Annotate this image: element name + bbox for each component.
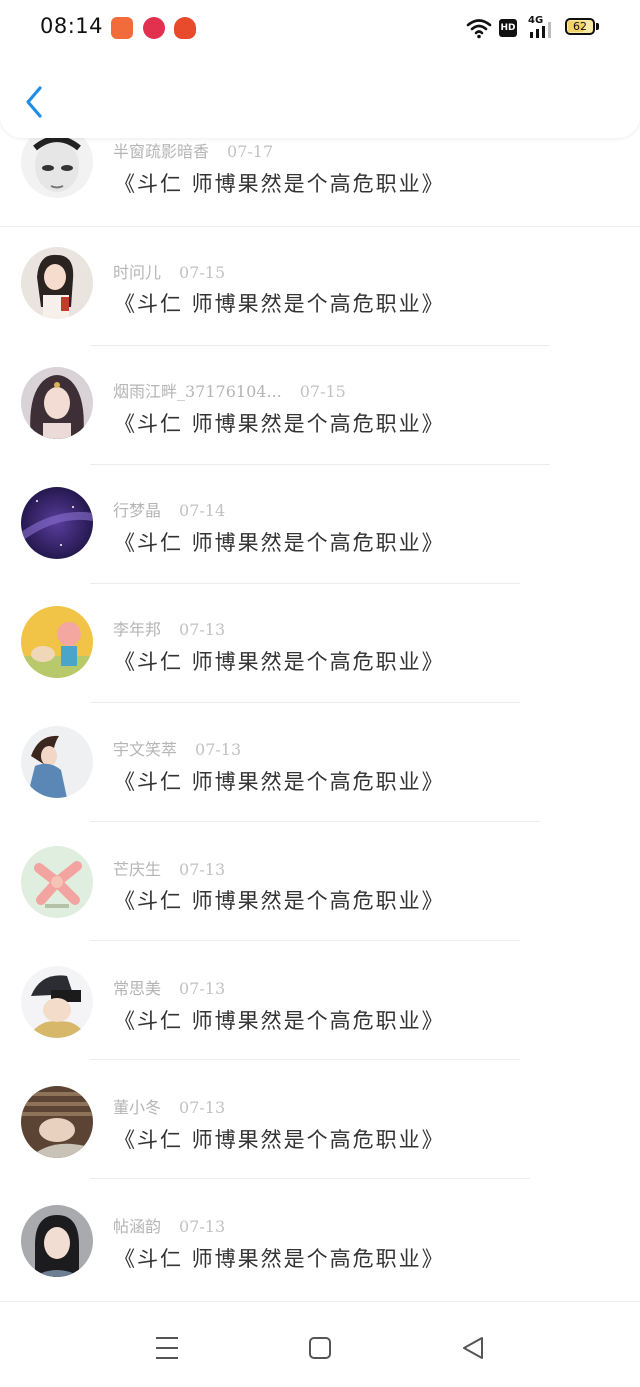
comment-date: 07-13 [179, 860, 226, 879]
commenter-name[interactable]: 董小冬 [113, 1098, 161, 1117]
comment-date: 07-15 [179, 263, 226, 282]
comment-date: 07-13 [195, 740, 242, 759]
home-square-icon [309, 1337, 331, 1359]
list-item[interactable]: 常思美 07-13 《斗仁 师博果然是个高危职业》 [0, 941, 640, 1060]
comment-text: 《斗仁 师博果然是个高危职业》 [114, 650, 445, 674]
back-button[interactable] [18, 82, 52, 122]
comment-date: 07-13 [179, 620, 226, 639]
comment-date: 07-17 [227, 142, 274, 161]
avatar[interactable] [21, 846, 93, 918]
comment-text: 《斗仁 师博果然是个高危职业》 [114, 292, 445, 316]
notification-heart-icon [143, 17, 165, 39]
avatar[interactable] [21, 1086, 93, 1158]
comment-text: 《斗仁 师博果然是个高危职业》 [114, 770, 445, 794]
commenter-name[interactable]: 常思美 [113, 979, 161, 998]
list-item[interactable]: 芒庆生 07-13 《斗仁 师博果然是个高危职业》 [0, 822, 640, 941]
battery-icon: 62 [565, 18, 595, 35]
avatar[interactable] [21, 606, 93, 678]
commenter-name[interactable]: 烟雨江畔_37176104... [113, 382, 282, 401]
notification-app-icon [111, 17, 133, 39]
commenter-name[interactable]: 行梦晶 [113, 501, 161, 520]
comment-date: 07-13 [179, 1217, 226, 1236]
avatar[interactable] [21, 966, 93, 1038]
comment-date: 07-15 [299, 382, 346, 401]
status-time: 08:14 [40, 14, 104, 38]
commenter-name[interactable]: 宇文笑萃 [113, 740, 177, 759]
home-button[interactable] [300, 1328, 340, 1368]
list-item[interactable]: 宇文笑萃 07-13 《斗仁 师博果然是个高危职业》 [0, 703, 640, 822]
nav-back-button[interactable] [453, 1328, 493, 1368]
comment-date: 07-14 [179, 501, 226, 520]
list-item[interactable]: 帖涵韵 07-13 《斗仁 师博果然是个高危职业》 [0, 1179, 640, 1302]
avatar[interactable] [21, 1205, 93, 1277]
commenter-name[interactable]: 李年邦 [113, 620, 161, 639]
comment-text: 《斗仁 师博果然是个高危职业》 [114, 412, 445, 436]
system-nav-bar [0, 1308, 640, 1387]
comment-text: 《斗仁 师博果然是个高危职业》 [114, 889, 445, 913]
divider [0, 1301, 640, 1302]
comment-text: 《斗仁 师博果然是个高危职业》 [114, 172, 445, 196]
avatar[interactable] [21, 247, 93, 319]
avatar[interactable] [21, 726, 93, 798]
chevron-left-icon [26, 86, 42, 118]
commenter-name[interactable]: 芒庆生 [113, 860, 161, 879]
comment-date: 07-13 [179, 979, 226, 998]
comment-text: 《斗仁 师博果然是个高危职业》 [114, 1247, 445, 1271]
comment-text: 《斗仁 师博果然是个高危职业》 [114, 1009, 445, 1033]
back-triangle-icon [463, 1337, 483, 1359]
list-item[interactable]: 李年邦 07-13 《斗仁 师博果然是个高危职业》 [0, 584, 640, 703]
list-item[interactable]: 烟雨江畔_37176104... 07-15 《斗仁 师博果然是个高危职业》 [0, 346, 640, 465]
notification-pot-icon [174, 17, 196, 39]
list-item[interactable]: 行梦晶 07-14 《斗仁 师博果然是个高危职业》 [0, 465, 640, 584]
battery-percent: 62 [573, 20, 587, 33]
comment-text: 《斗仁 师博果然是个高危职业》 [114, 1128, 445, 1152]
commenter-name[interactable]: 帖涵韵 [113, 1217, 161, 1236]
status-bar: 08:14 HD 4G 62 [0, 0, 640, 56]
menu-button[interactable] [147, 1328, 187, 1368]
avatar[interactable] [21, 367, 93, 439]
comment-date: 07-13 [179, 1098, 226, 1117]
comment-text: 《斗仁 师博果然是个高危职业》 [114, 531, 445, 555]
hd-badge: HD [499, 19, 517, 37]
list-item[interactable]: 董小冬 07-13 《斗仁 师博果然是个高危职业》 [0, 1060, 640, 1179]
list-item[interactable]: 时问儿 07-15 《斗仁 师博果然是个高危职业》 [0, 227, 640, 346]
wifi-icon [466, 19, 492, 39]
signal-icon [530, 22, 551, 38]
commenter-name[interactable]: 半窗疏影暗香 [113, 142, 209, 161]
header: 08:14 HD 4G 62 [0, 0, 640, 138]
avatar[interactable] [21, 487, 93, 559]
battery-tip [596, 23, 599, 30]
menu-icon [156, 1337, 178, 1359]
commenter-name[interactable]: 时问儿 [113, 263, 161, 282]
